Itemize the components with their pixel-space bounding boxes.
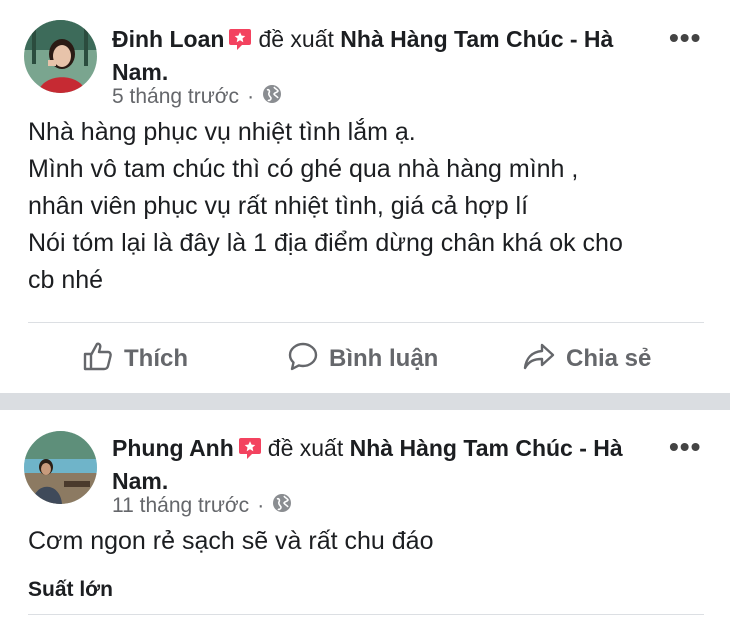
post-body-line: nhân viên phục vụ rất nhiệt tình, giá cả…: [28, 192, 529, 220]
avatar-photo-icon: [24, 431, 97, 504]
share-label: Chia sẻ: [566, 345, 652, 372]
post-body-line: Nói tóm lại là đây là 1 địa điểm dừng ch…: [28, 229, 623, 257]
post-time[interactable]: 11 tháng trước: [112, 494, 249, 518]
meta-separator: ·: [247, 85, 255, 108]
recommend-verb: đề xuất: [267, 435, 344, 461]
recommend-badge-icon: [228, 27, 252, 58]
author-name[interactable]: Phung Anh: [112, 435, 234, 461]
recommend-verb: đề xuất: [258, 26, 334, 52]
author-name[interactable]: Đinh Loan: [112, 26, 224, 52]
post-meta: 5 tháng trước ·: [112, 84, 282, 110]
share-arrow-icon: [522, 340, 566, 379]
divider: [28, 322, 704, 323]
thumbs-up-icon: [82, 340, 124, 379]
review-post: Đinh Loan đề xuất Nhà Hàng Tam Chúc - Hà …: [0, 0, 730, 393]
post-body-line: Cơm ngon rẻ sạch sẽ và rất chu đáo: [28, 527, 434, 555]
avatar[interactable]: [24, 20, 97, 93]
more-options-icon[interactable]: •••: [669, 433, 701, 461]
post-meta: 11 tháng trước ·: [112, 493, 292, 519]
more-options-icon[interactable]: •••: [669, 24, 701, 52]
feed-separator: [0, 393, 730, 410]
post-body: Nhà hàng phục vụ nhiệt tình lắm ạ. Mình …: [28, 114, 708, 299]
meta-separator: ·: [257, 494, 265, 517]
globe-icon: [272, 493, 292, 519]
comment-bubble-icon: [287, 340, 329, 379]
comment-label: Bình luận: [329, 345, 439, 372]
like-button[interactable]: Thích: [82, 330, 188, 388]
recommend-badge-icon: [238, 436, 262, 467]
post-header: Đinh Loan đề xuất Nhà Hàng Tam Chúc - Hà …: [112, 25, 637, 87]
post-body-line: Nhà hàng phục vụ nhiệt tình lắm ạ.: [28, 118, 416, 146]
post-body: Cơm ngon rẻ sạch sẽ và rất chu đáo: [28, 523, 708, 560]
avatar[interactable]: [24, 431, 97, 504]
post-body-line: cb nhé: [28, 266, 104, 294]
see-more-label[interactable]: Suất lớn: [28, 578, 113, 602]
divider: [28, 614, 704, 615]
post-header: Phung Anh đề xuất Nhà Hàng Tam Chúc - Hà …: [112, 434, 637, 496]
post-actions: Thích Bình luận Chia sẻ: [0, 330, 730, 388]
share-button[interactable]: Chia sẻ: [522, 330, 651, 388]
like-label: Thích: [124, 345, 188, 372]
post-time[interactable]: 5 tháng trước: [112, 85, 239, 109]
post-body-line: Mình vô tam chúc thì có ghé qua nhà hàng…: [28, 155, 579, 183]
globe-icon: [262, 84, 282, 110]
avatar-photo-icon: [24, 20, 97, 93]
comment-button[interactable]: Bình luận: [287, 330, 438, 388]
